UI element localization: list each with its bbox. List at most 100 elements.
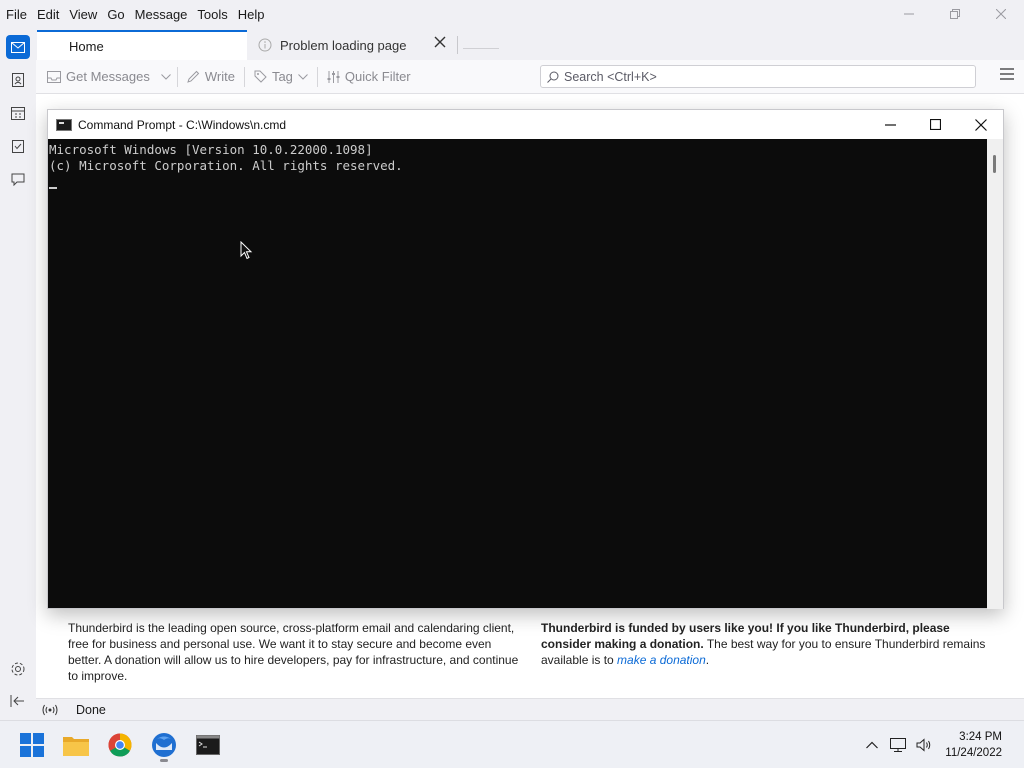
tab-bar: Home Problem loading page xyxy=(36,28,1024,60)
settings-button[interactable] xyxy=(10,661,26,680)
address-book-space-button[interactable] xyxy=(6,68,30,92)
command-prompt-icon xyxy=(196,735,220,755)
system-tray: 3:24 PM 11/24/2022 xyxy=(859,721,1024,768)
text-cursor xyxy=(49,187,57,189)
inbox-download-icon xyxy=(47,70,61,83)
tag-icon xyxy=(254,70,267,83)
menu-view[interactable]: View xyxy=(64,7,102,22)
broadcast-icon xyxy=(42,704,58,715)
tag-button[interactable]: Tag xyxy=(247,64,315,90)
tab-problem-loading[interactable]: Problem loading page xyxy=(250,30,456,60)
start-button[interactable] xyxy=(16,729,48,761)
donation-text: Thunderbird is funded by users like you!… xyxy=(541,620,991,668)
console-line-version: Microsoft Windows [Version 10.0.22000.10… xyxy=(49,142,373,157)
toolbar-separator xyxy=(243,66,245,87)
chevron-down-icon xyxy=(298,73,308,80)
command-prompt-titlebar[interactable]: Command Prompt - C:\Windows\n.cmd xyxy=(48,110,1003,139)
about-text: Thunderbird is the leading open source, … xyxy=(68,621,519,683)
write-button[interactable]: Write xyxy=(180,64,242,90)
pencil-icon xyxy=(187,70,200,83)
file-explorer-button[interactable] xyxy=(60,729,92,761)
tab-problem-label: Problem loading page xyxy=(280,37,407,53)
donation-period: . xyxy=(705,653,710,667)
clock-time: 3:24 PM xyxy=(959,731,1002,743)
mail-toolbar: Get Messages Write Tag Quick Filter Sear… xyxy=(36,60,1024,94)
chrome-icon xyxy=(108,733,132,757)
mail-icon xyxy=(11,41,25,53)
menu-go[interactable]: Go xyxy=(102,7,129,22)
clock[interactable]: 3:24 PM 11/24/2022 xyxy=(937,729,1024,761)
cmd-maximize-button[interactable] xyxy=(913,110,958,139)
filter-sliders-icon xyxy=(327,70,340,83)
calendar-icon xyxy=(11,107,25,120)
tab-close-button[interactable] xyxy=(434,36,446,51)
gear-icon xyxy=(11,662,25,676)
volume-icon xyxy=(916,738,931,752)
command-prompt-taskbar-button[interactable] xyxy=(192,729,224,761)
quick-filter-button[interactable]: Quick Filter xyxy=(320,64,418,90)
restore-button[interactable] xyxy=(932,0,978,28)
chat-icon xyxy=(11,173,25,186)
thunderbird-icon xyxy=(152,733,176,757)
cmd-close-button[interactable] xyxy=(958,110,1003,139)
calendar-space-button[interactable] xyxy=(6,101,30,125)
status-bar: Done xyxy=(36,698,1024,720)
file-explorer-icon xyxy=(63,737,89,756)
chrome-button[interactable] xyxy=(104,729,136,761)
get-messages-label: Get Messages xyxy=(66,69,150,84)
maximize-icon xyxy=(930,119,941,130)
search-input[interactable]: Search <Ctrl+K> xyxy=(540,65,976,88)
window-controls xyxy=(886,0,1024,28)
arrow-cursor-icon xyxy=(240,240,253,260)
minimize-button[interactable] xyxy=(886,0,932,28)
tasks-icon xyxy=(12,140,24,153)
command-prompt-icon xyxy=(56,118,72,131)
menu-help[interactable]: Help xyxy=(233,7,270,22)
quick-filter-label: Quick Filter xyxy=(344,69,411,84)
online-status-button[interactable] xyxy=(36,704,64,716)
tasks-space-button[interactable] xyxy=(6,134,30,158)
hamburger-menu-icon xyxy=(1000,68,1014,80)
get-messages-dropdown[interactable] xyxy=(157,64,175,90)
close-icon xyxy=(974,118,987,131)
scrollbar-thumb[interactable] xyxy=(993,155,996,173)
console-output[interactable]: Microsoft Windows [Version 10.0.22000.10… xyxy=(48,139,988,609)
restore-icon xyxy=(950,9,960,19)
command-prompt-window[interactable]: Command Prompt - C:\Windows\n.cmd Micros… xyxy=(47,109,1004,609)
thunderbird-button[interactable] xyxy=(148,729,180,762)
close-icon xyxy=(434,36,446,48)
collapse-spaces-button[interactable] xyxy=(10,694,26,711)
chat-space-button[interactable] xyxy=(6,167,30,191)
network-button[interactable] xyxy=(885,738,911,752)
toolbar-separator xyxy=(316,66,318,87)
menubar: File Edit View Go Message Tools Help xyxy=(0,0,1024,28)
menu-tools[interactable]: Tools xyxy=(192,7,232,22)
app-menu-button[interactable] xyxy=(1000,68,1014,83)
show-hidden-icons-button[interactable] xyxy=(859,741,885,749)
tab-home[interactable]: Home xyxy=(37,30,247,60)
menu-edit[interactable]: Edit xyxy=(32,7,64,22)
make-donation-link[interactable]: make a donation xyxy=(617,653,706,667)
search-placeholder: Search <Ctrl+K> xyxy=(564,69,657,84)
windows-start-icon xyxy=(20,733,44,757)
clock-date: 11/24/2022 xyxy=(945,747,1002,759)
menu-message[interactable]: Message xyxy=(130,7,193,22)
chevron-up-icon xyxy=(866,741,879,749)
volume-button[interactable] xyxy=(911,738,937,752)
cmd-minimize-button[interactable] xyxy=(868,110,913,139)
address-book-icon xyxy=(12,73,24,87)
tag-label: Tag xyxy=(271,69,293,84)
chevron-down-icon xyxy=(160,73,171,80)
tab-separator xyxy=(457,36,458,54)
console-scrollbar[interactable] xyxy=(987,139,1003,609)
get-messages-button[interactable]: Get Messages xyxy=(40,64,157,90)
toolbar-separator xyxy=(176,66,178,87)
close-window-button[interactable] xyxy=(978,0,1024,28)
command-prompt-controls xyxy=(868,110,1003,139)
menu-file[interactable]: File xyxy=(0,7,32,22)
tab-drop-indicator xyxy=(463,48,499,49)
write-label: Write xyxy=(204,69,235,84)
info-icon xyxy=(258,38,272,52)
mail-space-button[interactable] xyxy=(6,35,30,59)
taskbar: 3:24 PM 11/24/2022 xyxy=(0,720,1024,768)
